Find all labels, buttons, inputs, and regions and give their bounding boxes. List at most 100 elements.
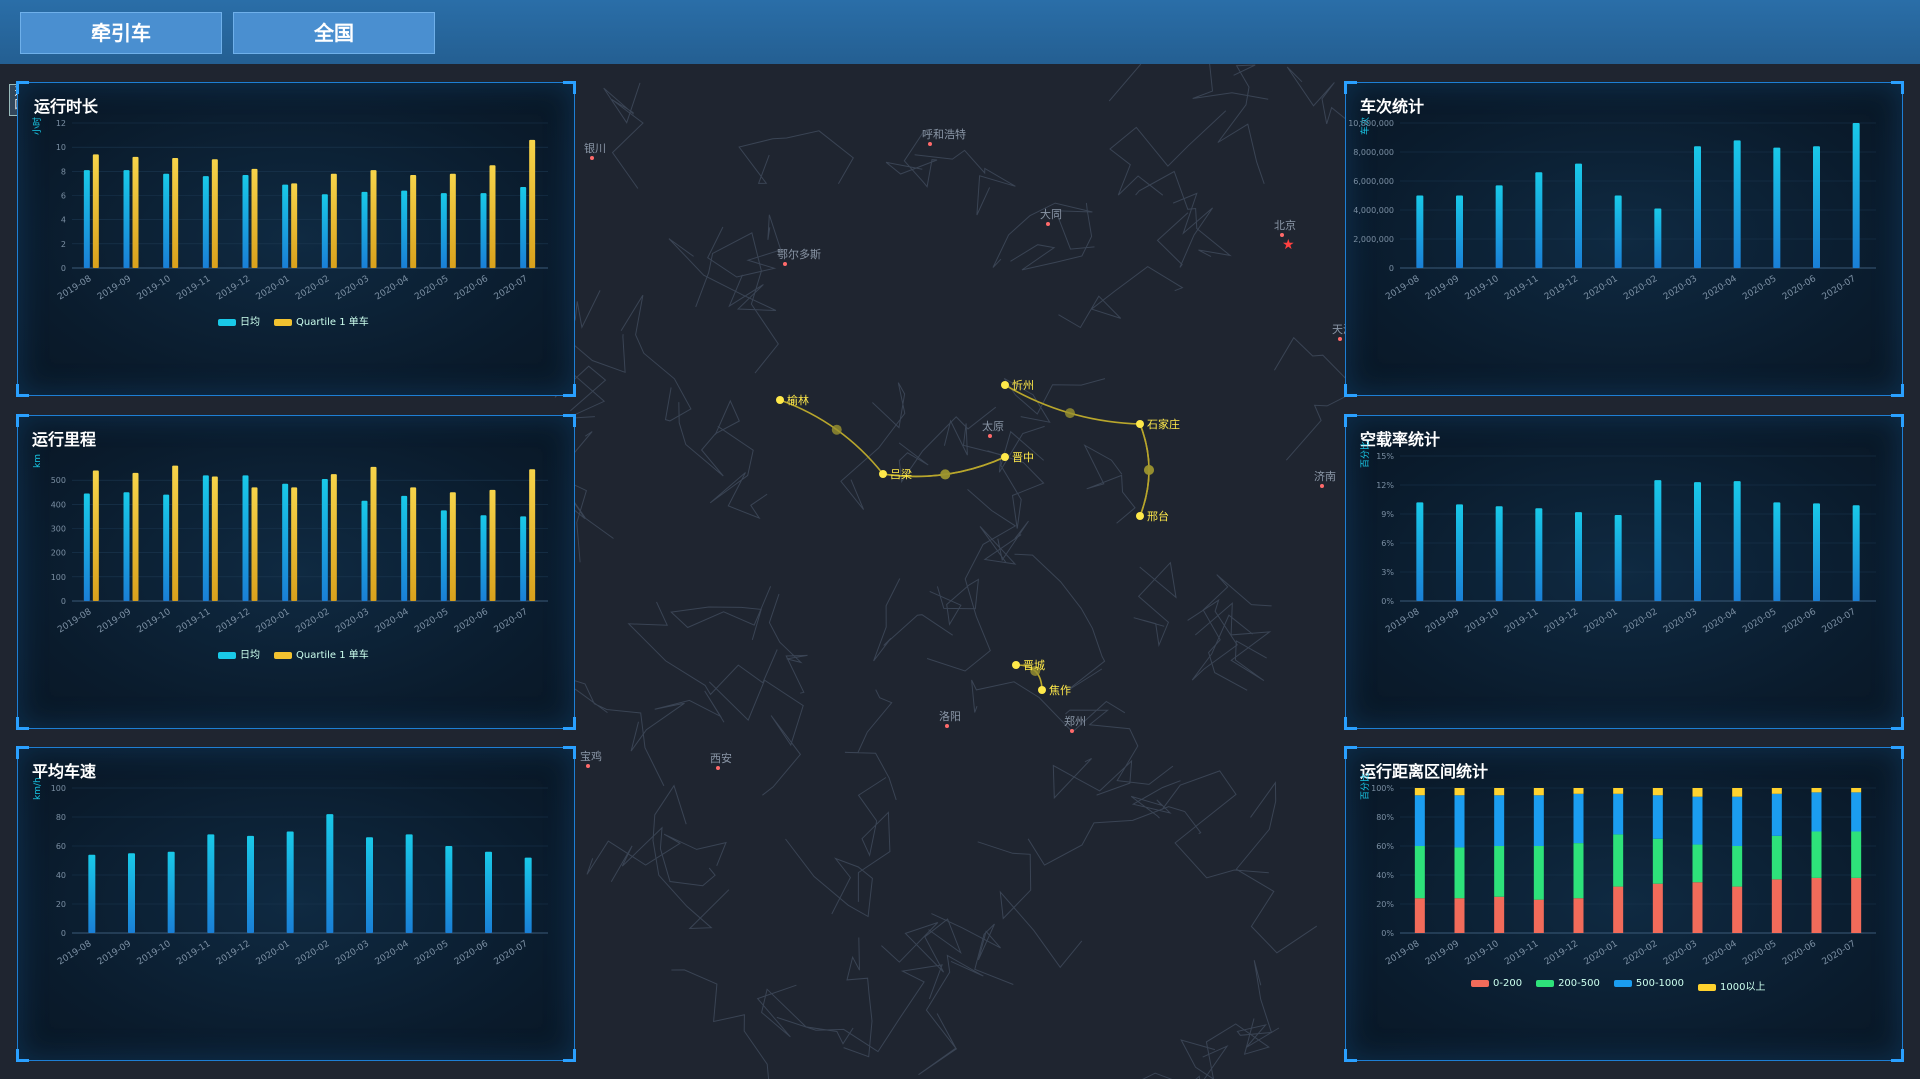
run-mileage-chart: km01002003004005002019-08 2019-09 2019-10 2… xyxy=(33,454,548,636)
legend-item-daily[interactable]: 日均 xyxy=(218,646,260,661)
y-tick-label: 9% xyxy=(1381,510,1394,519)
y-tick-label: 100% xyxy=(1371,784,1394,793)
top-bar: 牵引车 全国 xyxy=(0,0,1920,64)
bar xyxy=(440,193,447,268)
bar xyxy=(1694,482,1701,601)
x-tick-label: 2020-05 xyxy=(1741,274,1778,302)
bar-segment xyxy=(1533,899,1544,933)
map-label: 济南 xyxy=(1314,469,1336,483)
y-tick-label: 100 xyxy=(51,573,66,582)
y-tick-label: 10 xyxy=(56,143,66,152)
map-city-dot xyxy=(590,156,594,160)
bar-segment xyxy=(1692,796,1703,845)
bar-segment xyxy=(1652,795,1663,839)
map-label: 呼和浩特 xyxy=(922,127,966,141)
map-city-dot xyxy=(1320,484,1324,488)
map-city-dot xyxy=(716,766,720,770)
bar-segment xyxy=(1414,846,1425,899)
bar xyxy=(202,176,209,268)
x-tick-label: 2019-08 xyxy=(56,939,93,968)
bar xyxy=(92,154,99,268)
bar xyxy=(132,472,139,601)
map-city-dot xyxy=(928,142,932,146)
x-tick-label: 2020-05 xyxy=(1741,939,1778,967)
y-axis-unit: 小时 xyxy=(31,117,43,135)
bar xyxy=(1813,503,1820,601)
bar xyxy=(489,165,496,268)
legend-item-500-1000[interactable]: 500-1000 xyxy=(1613,978,1684,993)
y-tick-label: 0% xyxy=(1381,597,1394,606)
bar xyxy=(366,837,373,933)
region-button[interactable]: 全国 xyxy=(233,12,435,54)
bar xyxy=(1852,123,1860,268)
y-tick-label: 4 xyxy=(61,216,66,225)
y-tick-label: 80% xyxy=(1376,813,1394,822)
bar-segment xyxy=(1851,831,1862,878)
y-tick-label: 6% xyxy=(1381,539,1394,548)
y-tick-label: 60 xyxy=(56,842,66,851)
x-tick-label: 2020-01 xyxy=(255,607,292,635)
bar xyxy=(485,851,492,933)
vehicle-type-button[interactable]: 牵引车 xyxy=(20,12,222,54)
bar xyxy=(330,474,337,601)
map-label: 北京 xyxy=(1274,218,1296,232)
x-tick-label: 2020-06 xyxy=(1781,274,1818,303)
bar xyxy=(1813,146,1820,268)
bar xyxy=(449,173,456,268)
bar xyxy=(529,139,536,268)
x-tick-label: 2019-09 xyxy=(96,274,133,303)
x-tick-label: 2020-06 xyxy=(453,607,490,636)
x-tick-label: 2020-02 xyxy=(1622,607,1659,635)
bar-segment xyxy=(1494,788,1505,796)
map-city-dot xyxy=(586,764,590,768)
bar xyxy=(247,835,254,933)
bar-segment xyxy=(1414,795,1425,846)
bar xyxy=(1535,508,1543,601)
y-tick-label: 3% xyxy=(1381,568,1394,577)
x-tick-label: 2019-08 xyxy=(1384,939,1421,968)
y-tick-label: 6,000,000 xyxy=(1353,177,1394,186)
bar xyxy=(163,494,170,601)
bar xyxy=(480,193,487,268)
x-tick-label: 2019-08 xyxy=(1384,274,1421,303)
panel-empty-rate: 空载率统计 百分比 0% 3% 6% 9% 12% 15% 2019-08 2019-09 201… xyxy=(1344,414,1904,730)
route-city-dot xyxy=(1136,512,1144,520)
map-city-dot xyxy=(1070,729,1074,733)
bar xyxy=(1654,208,1662,268)
x-tick-label: 2020-07 xyxy=(1821,274,1858,302)
bar xyxy=(321,194,328,268)
bar xyxy=(123,170,130,268)
x-tick-label: 2020-04 xyxy=(1702,274,1739,303)
legend-item-200-500[interactable]: 200-500 xyxy=(1536,978,1600,993)
legend-item-1000-plus[interactable]: 1000以上 xyxy=(1698,978,1765,993)
bar-segment xyxy=(1613,793,1624,835)
y-tick-label: 500 xyxy=(51,476,66,485)
x-tick-label: 2020-06 xyxy=(453,939,490,968)
x-tick-label: 2020-07 xyxy=(493,607,530,635)
legend-item-daily[interactable]: 日均 xyxy=(218,313,260,328)
legend-item-0-200[interactable]: 0-200 xyxy=(1471,978,1522,993)
bar xyxy=(211,476,218,601)
bar xyxy=(445,846,453,933)
y-tick-label: 2 xyxy=(61,240,66,249)
y-tick-label: 8 xyxy=(61,167,66,176)
x-tick-label: 2020-05 xyxy=(413,274,450,302)
x-tick-label: 2020-02 xyxy=(1622,274,1659,302)
legend-item-q1[interactable]: Quartile 1 单车 xyxy=(274,313,369,328)
bar-segment xyxy=(1613,788,1624,794)
x-tick-label: 2020-02 xyxy=(294,607,331,635)
y-tick-label: 15% xyxy=(1376,452,1394,461)
bar-segment xyxy=(1692,882,1703,933)
bar-segment xyxy=(1692,788,1703,797)
bar-segment xyxy=(1454,795,1465,848)
x-tick-label: 2019-10 xyxy=(136,939,173,968)
x-tick-label: 2019-12 xyxy=(215,939,252,967)
panel-run-time: 运行时长 小时 0 2 4 6 8 10 12 2019-08 2019-09 2019-10 201… xyxy=(16,81,576,397)
bar xyxy=(520,187,527,268)
bar-segment xyxy=(1573,793,1584,844)
route-marker xyxy=(940,469,951,480)
y-tick-label: 100 xyxy=(51,784,66,793)
bar xyxy=(321,478,328,601)
legend-item-q1[interactable]: Quartile 1 单车 xyxy=(274,646,369,661)
y-tick-label: 4,000,000 xyxy=(1353,206,1394,215)
